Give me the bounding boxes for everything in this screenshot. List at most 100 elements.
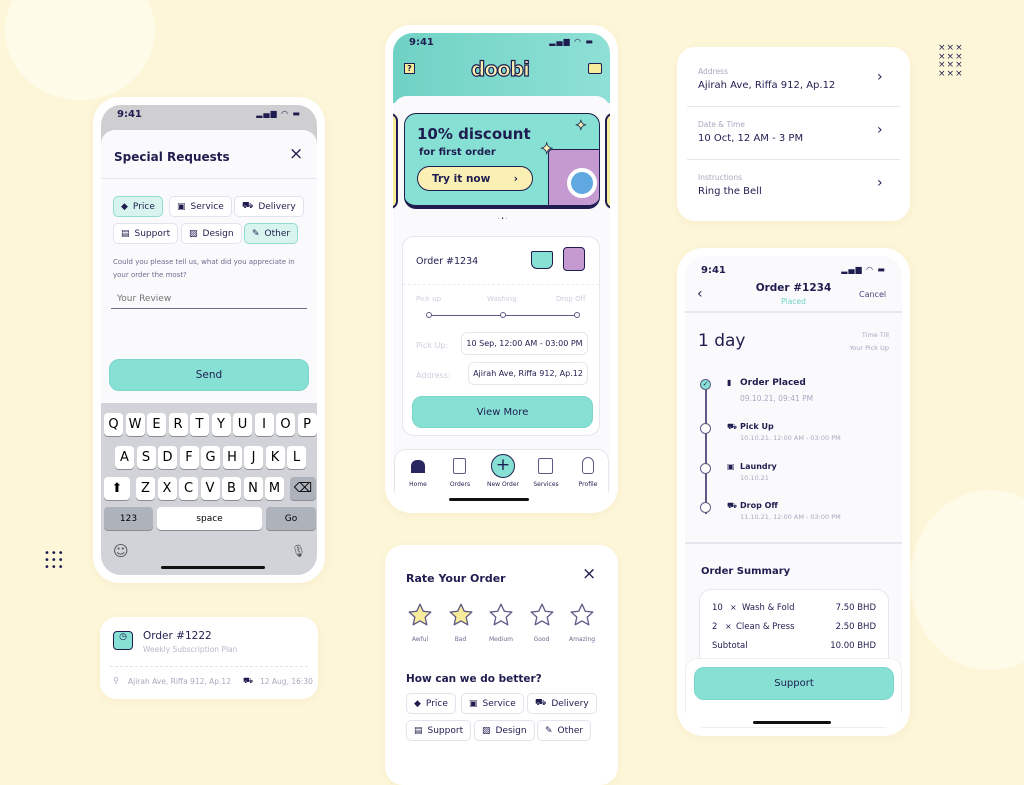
chevron-right-icon[interactable]: › [877,69,883,85]
nav-profile[interactable]: Profile [568,481,608,488]
key-s[interactable]: S [136,446,156,469]
shirt-icon [563,247,585,271]
chip-other[interactable]: ✎ Other [537,720,592,741]
key-x[interactable]: X [157,477,177,500]
nav-home[interactable]: Home [398,481,438,488]
chip-service[interactable]: ▣ Service [169,196,232,217]
chip-design[interactable]: ▨ Design [181,223,242,244]
pickup-field[interactable]: 10 Sep, 12:00 AM - 03:00 PM [461,332,588,355]
view-more-button[interactable]: View More [412,396,593,428]
question-text: Could you please tell us, what did you a… [113,258,295,279]
star-3-icon[interactable] [488,602,514,628]
nav-new-order[interactable]: New Order [483,481,523,488]
key-t[interactable]: T [190,413,209,436]
washer-icon[interactable] [538,458,553,474]
key-v[interactable]: V [200,477,220,500]
chevron-right-icon[interactable]: › [877,122,883,138]
banner-prev[interactable] [393,113,398,209]
key-i[interactable]: I [254,413,274,436]
shift-key[interactable]: ⬆ [104,477,130,500]
star-2-icon[interactable] [448,602,474,628]
key-o[interactable]: O [276,413,295,436]
chip-delivery[interactable]: ⛟ Delivery [234,196,304,217]
support-button[interactable]: Support [694,667,894,700]
chip-price[interactable]: ◆ Price [113,196,163,217]
divider [687,159,900,160]
receipt-icon[interactable] [453,458,466,474]
support-bar: Support [685,658,902,728]
key-l[interactable]: L [287,446,306,469]
chip-service[interactable]: ▣ Service [461,693,524,714]
signal-wifi-battery-icon: ▂▄▆ ◠ ▬ [841,265,886,274]
cancel-button[interactable]: Cancel [859,290,886,299]
step-name: Drop Off [740,501,778,510]
detail-value[interactable]: 10 Oct, 12 AM - 3 PM [698,133,803,144]
address-field[interactable]: Ajirah Ave, Riffa 912, Ap.12 [468,362,588,385]
detail-value[interactable]: Ring the Bell [698,186,762,197]
home-icon[interactable] [411,460,425,473]
key-g[interactable]: G [201,446,220,469]
key-k[interactable]: K [265,446,285,469]
send-button[interactable]: Send [109,359,309,391]
key-z[interactable]: Z [136,477,155,500]
key-j[interactable]: J [244,446,263,469]
try-it-now-button[interactable]: Try it now › [417,166,533,191]
star-4-icon[interactable] [529,602,555,628]
review-input[interactable] [111,290,307,309]
key-d[interactable]: D [158,446,177,469]
close-icon[interactable]: × [582,564,596,584]
star-5-icon[interactable] [569,602,595,628]
space-key[interactable]: space [157,507,262,530]
backspace-key[interactable]: ⌫ [290,477,316,500]
step-time: 10.10.21 [740,474,769,482]
nav-orders[interactable]: Orders [440,481,480,488]
plus-icon[interactable]: + [491,454,515,478]
rate-title: Rate Your Order [406,572,506,585]
truck-icon: ⛟ [243,676,254,685]
banner-next[interactable] [605,113,610,209]
key-e[interactable]: E [147,413,166,436]
chip-design[interactable]: ▨ Design [474,720,535,741]
key-m[interactable]: M [265,477,284,500]
key-n[interactable]: N [243,477,263,500]
discount-banner[interactable]: 10% discount for first order Try it now ›… [404,113,600,209]
chip-support[interactable]: ▤ Support [113,223,179,244]
key-w[interactable]: W [125,413,145,436]
key-a[interactable]: A [115,446,134,469]
truck-icon: ⛟ [727,501,738,510]
numbers-key[interactable]: 123 [104,507,153,530]
nav-services[interactable]: Services [526,481,566,488]
go-key[interactable]: Go [266,507,316,530]
microphone-icon[interactable]: 🎙 [291,544,306,558]
emoji-icon[interactable]: ☺ [113,542,129,560]
chip-price[interactable]: ◆ Price [406,693,456,714]
chip-support[interactable]: ▤ Support [406,720,472,741]
key-f[interactable]: F [179,446,199,469]
order-details-card: Address Ajirah Ave, Riffa 912, Ap.12 › Date… [677,47,910,221]
bg-blob [5,0,155,100]
help-icon[interactable]: ? [404,63,415,74]
detail-value[interactable]: Ajirah Ave, Riffa 912, Ap.12 [698,80,835,91]
star-1-icon[interactable] [407,602,433,628]
key-p[interactable]: P [297,413,317,436]
feedback-heading: How can we do better? [406,673,542,685]
key-q[interactable]: Q [104,413,123,436]
key-h[interactable]: H [222,446,242,469]
key-r[interactable]: R [168,413,188,436]
key-b[interactable]: B [222,477,241,500]
subscription-order-card[interactable]: ◷ Order #1222 Weekly Subscription Plan ⚲… [100,617,318,699]
carousel-dots[interactable]: · • · [498,216,507,222]
chat-icon: ▤ [414,725,423,736]
key-c[interactable]: C [179,477,198,500]
key-y[interactable]: Y [211,413,231,436]
key-u[interactable]: U [233,413,252,436]
chip-other[interactable]: ✎ Other [244,223,299,244]
chevron-right-icon[interactable]: › [877,175,883,191]
close-icon[interactable]: × [289,144,303,164]
tag-icon: ◆ [414,698,421,709]
star-label: Medium [489,636,513,643]
status-time: 9:41 [409,37,434,48]
profile-icon[interactable] [582,457,594,474]
chip-delivery[interactable]: ⛟ Delivery [527,693,597,714]
chat-icon[interactable] [588,63,602,74]
